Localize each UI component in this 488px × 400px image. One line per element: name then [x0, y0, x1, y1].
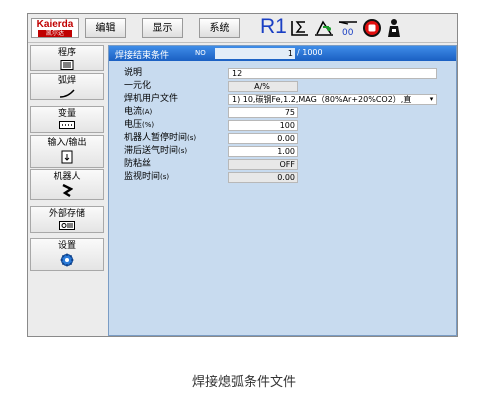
sidebar-item-label: 变量 — [57, 109, 76, 119]
field-row-description: 说明 12 — [111, 68, 456, 79]
sidebar-item-arc-weld[interactable]: 弧焊 — [30, 73, 104, 100]
variable-icon — [59, 121, 75, 129]
field-label: 一元化 — [124, 81, 152, 91]
voltage-input[interactable]: 100 — [228, 120, 298, 131]
logo-subtext: 凯尔达 — [38, 30, 72, 37]
field-label: 焊机用户文件 — [124, 94, 179, 104]
left-sidebar: 程序 弧焊 变量 输入/输出 机器人 外部存储 设置 — [28, 43, 106, 336]
description-input[interactable]: 12 — [228, 68, 437, 79]
file-number-input[interactable]: 1 — [215, 48, 295, 59]
sidebar-item-label: 外部存储 — [48, 209, 85, 219]
arc-weld-icon[interactable] — [314, 18, 334, 38]
sidebar-item-label: 设置 — [57, 241, 76, 251]
field-label: 滞后送气时间(s) — [124, 146, 188, 156]
field-label: 电流(A) — [124, 107, 153, 117]
sidebar-item-program[interactable]: 程序 — [30, 45, 104, 71]
chevron-down-icon[interactable]: ▾ — [427, 95, 436, 104]
post-flow-time-input[interactable]: 1.00 — [228, 146, 298, 157]
panel-title-bar: 焊接结束条件 NO 1 / 1000 — [109, 46, 456, 61]
panel-title: 焊接结束条件 — [115, 51, 170, 61]
field-row-voltage: 电压(%) 100 — [111, 120, 456, 131]
field-row-current: 电流(A) 75 — [111, 107, 456, 118]
sidebar-item-label: 机器人 — [53, 172, 81, 182]
program-icon — [60, 60, 74, 70]
sidebar-item-variable[interactable]: 变量 — [30, 106, 104, 133]
field-label: 电压(%) — [124, 120, 155, 130]
field-row-anti-stick: 防粘丝 OFF — [111, 159, 456, 170]
figure-caption: 焊接熄弧条件文件 — [191, 375, 296, 390]
file-total-label: / 1000 — [297, 48, 323, 57]
anti-stick-toggle[interactable]: OFF — [228, 159, 298, 170]
current-input[interactable]: 75 — [228, 107, 298, 118]
stop-icon[interactable] — [362, 18, 382, 38]
sidebar-item-label: 弧焊 — [57, 76, 76, 86]
kaierda-logo: Kaierda 凯尔达 — [31, 18, 79, 38]
settings-icon — [60, 253, 74, 267]
welder-user-file-select[interactable]: 1) 10,碳钢Fe,1.2,MAG（80%Ar+20%CO2）,直 ▾ — [228, 94, 437, 105]
robot-pause-time-input[interactable]: 0.00 — [228, 133, 298, 144]
storage-icon — [59, 221, 75, 230]
field-row-robot-pause-time: 机器人暂停时间(s) 0.00 — [111, 133, 456, 144]
sidebar-item-io[interactable]: 输入/输出 — [30, 135, 104, 168]
field-row-post-flow-time: 滞后送气时间(s) 1.00 — [111, 146, 456, 157]
robot-id-label: R1 — [260, 15, 287, 38]
arc-icon — [59, 89, 75, 98]
svg-text:00: 00 — [342, 28, 354, 38]
person-icon[interactable] — [384, 18, 404, 38]
field-label: 机器人暂停时间(s) — [124, 133, 197, 143]
edit-menu-button[interactable]: 编辑 — [85, 18, 126, 38]
weld-end-condition-panel: 焊接结束条件 NO 1 / 1000 说明 12 一元化 A/% 焊机用户文件 … — [108, 45, 457, 336]
field-row-unification: 一元化 A/% — [111, 81, 456, 92]
pendant-screen: Kaierda 凯尔达 编辑 显示 系统 R1 00 程序 弧焊 变量 输入/输… — [27, 13, 458, 337]
sidebar-item-settings[interactable]: 设置 — [30, 238, 104, 271]
field-label: 防粘丝 — [124, 159, 152, 169]
welder-user-file-value: 1) 10,碳钢Fe,1.2,MAG（80%Ar+20%CO2）,直 — [232, 95, 412, 104]
sigma-axis-icon[interactable] — [290, 18, 310, 38]
display-menu-button[interactable]: 显示 — [142, 18, 183, 38]
sidebar-item-label: 程序 — [57, 48, 76, 58]
field-label: 监视时间(s) — [124, 172, 170, 182]
sidebar-item-external-storage[interactable]: 外部存储 — [30, 206, 104, 233]
field-row-monitor-time: 监视时间(s) 0.00 — [111, 172, 456, 183]
unification-value[interactable]: A/% — [228, 81, 298, 92]
top-toolbar: Kaierda 凯尔达 编辑 显示 系统 R1 00 — [28, 14, 457, 43]
no-label: NO — [195, 49, 206, 57]
monitor-time-value[interactable]: 0.00 — [228, 172, 298, 183]
logo-text: Kaierda — [36, 19, 74, 30]
field-label: 说明 — [124, 68, 143, 78]
percent-override-icon[interactable]: 00 — [338, 18, 358, 38]
sidebar-item-robot[interactable]: 机器人 — [30, 169, 104, 200]
io-icon — [61, 150, 73, 164]
field-row-welder-user-file: 焊机用户文件 1) 10,碳钢Fe,1.2,MAG（80%Ar+20%CO2）,… — [111, 94, 456, 105]
robot-icon — [62, 184, 73, 197]
sidebar-item-label: 输入/输出 — [47, 138, 87, 148]
system-menu-button[interactable]: 系统 — [199, 18, 240, 38]
